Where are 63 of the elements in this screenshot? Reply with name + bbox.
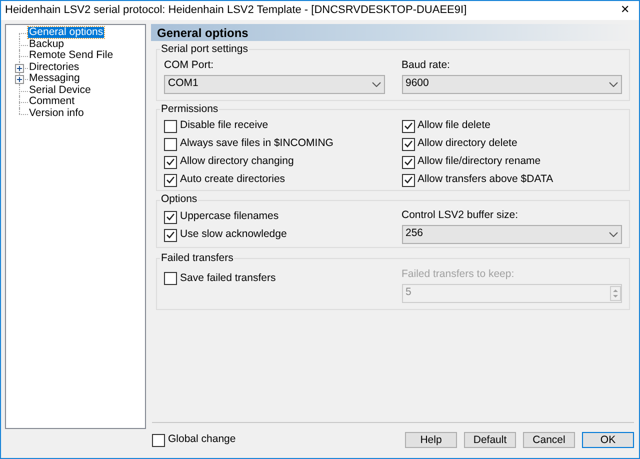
checkbox[interactable] — [402, 156, 414, 169]
tree-item[interactable]: Messaging — [28, 73, 81, 84]
check-icon — [404, 140, 412, 148]
checkbox[interactable] — [402, 138, 414, 151]
check-icon — [404, 122, 412, 130]
field-label: COM Port: — [164, 58, 215, 73]
window-title: Heidenhain LSV2 serial protocol: Heidenhain LSV2 Template - [DNCSRVDESKTOP-DUAEE9I] — [5, 3, 467, 18]
checkbox[interactable] — [164, 156, 177, 169]
checkbox-label: Save failed transfers — [180, 270, 276, 286]
checkbox-label: Allow file/directory rename — [418, 154, 541, 170]
checkbox-label: Allow file delete — [418, 118, 490, 134]
tree-item[interactable]: Version info — [28, 108, 85, 119]
checkbox[interactable] — [164, 272, 177, 286]
check-icon — [166, 213, 175, 221]
checkbox-label: Auto create directories — [180, 172, 286, 188]
check-icon — [166, 176, 175, 184]
checkbox-label: Uppercase filenames — [180, 209, 279, 224]
expand-icon[interactable] — [15, 75, 24, 84]
group-title: Permissions — [160, 102, 220, 116]
tree-item[interactable]: Comment — [28, 96, 76, 108]
tree-item[interactable]: Remote Send File — [28, 50, 114, 62]
checkbox[interactable] — [152, 434, 165, 446]
group-title: Serial port settings — [160, 42, 249, 57]
checkbox-label: Disable file receive — [180, 118, 268, 134]
tree-item[interactable]: General options — [28, 27, 104, 38]
checkbox-label: Global change — [168, 432, 236, 448]
checkbox[interactable] — [164, 120, 177, 133]
checkbox-label: Allow directory changing — [180, 154, 294, 170]
field-label: Baud rate: — [402, 58, 451, 73]
close-button[interactable]: ✕ — [611, 1, 639, 20]
field-label: Control LSV2 buffer size: — [402, 208, 520, 223]
tree-item[interactable]: Serial Device — [28, 84, 92, 96]
field-label: Failed transfers to keep: — [402, 266, 516, 282]
dropdown[interactable]: 9600 — [402, 74, 622, 94]
spin-arrows-icon — [610, 286, 621, 300]
chevron-down-icon — [609, 232, 618, 237]
check-icon — [166, 231, 175, 239]
tree-item[interactable]: Directories — [28, 62, 80, 73]
dropdown[interactable]: COM1 — [164, 74, 384, 94]
checkbox[interactable] — [402, 174, 414, 187]
chevron-down-icon — [609, 82, 618, 86]
dropdown[interactable]: 256 — [402, 224, 622, 244]
dialog-button[interactable]: Default — [464, 432, 516, 448]
checkbox[interactable] — [164, 210, 177, 224]
checkbox[interactable] — [164, 228, 177, 242]
group-title: Options — [160, 192, 198, 208]
dialog-button[interactable]: OK — [582, 432, 634, 448]
expand-icon[interactable] — [15, 64, 24, 72]
dialog-button[interactable]: Help — [405, 432, 457, 448]
checkbox-label: Allow directory delete — [418, 136, 518, 152]
check-icon — [404, 176, 412, 184]
checkbox-label: Allow transfers above $DATA — [418, 172, 554, 188]
check-icon — [166, 158, 175, 166]
checkbox-label: Use slow acknowledge — [180, 227, 287, 242]
tree-item[interactable]: Backup — [28, 38, 66, 50]
checkbox[interactable] — [164, 174, 177, 187]
checkbox-label: Always save files in $INCOMING — [180, 136, 334, 152]
dialog-button[interactable]: Cancel — [523, 432, 575, 448]
checkbox[interactable] — [402, 120, 414, 133]
check-icon — [404, 158, 412, 166]
group-title: Failed transfers — [160, 251, 234, 266]
chevron-down-icon — [372, 82, 380, 86]
checkbox[interactable] — [164, 138, 177, 151]
